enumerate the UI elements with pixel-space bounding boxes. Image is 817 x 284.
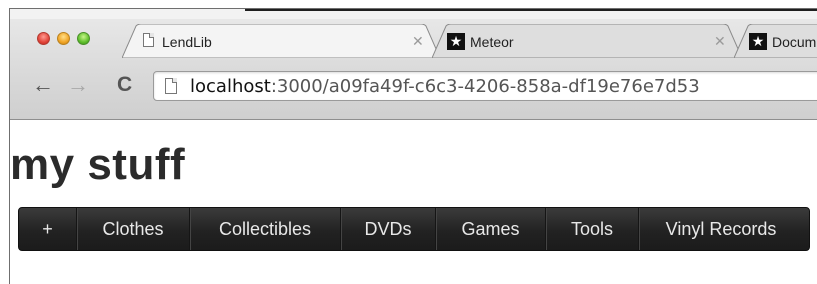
meteor-star-icon: ★	[749, 33, 767, 50]
url-text: localhost:3000/a09fa49f-c6c3-4206-858a-d…	[190, 76, 700, 97]
nav-item-clothes[interactable]: Clothes	[77, 208, 189, 250]
tab-lendlib[interactable]: LendLib ✕	[122, 24, 440, 58]
forward-arrow-icon[interactable]: →	[67, 73, 89, 97]
page-icon	[165, 78, 177, 94]
zoom-window-button[interactable]	[77, 32, 90, 45]
toolbar: ← → C localhost:3000/a09fa49f-c6c3-4206-…	[10, 67, 817, 107]
meteor-star-icon: ★	[447, 33, 465, 50]
page-content: my stuff + Clothes Collectibles DVDs Gam…	[10, 120, 817, 284]
category-navbar: + Clothes Collectibles DVDs Games Tools …	[18, 207, 810, 251]
nav-item-vinyl-records[interactable]: Vinyl Records	[639, 208, 803, 250]
nav-item-dvds[interactable]: DVDs	[341, 208, 435, 250]
nav-item-tools[interactable]: Tools	[546, 208, 638, 250]
tab-close-icon[interactable]: ✕	[412, 33, 424, 50]
tab-label: Meteor	[470, 34, 514, 50]
add-category-button[interactable]: +	[19, 208, 76, 250]
title-strip	[10, 9, 817, 19]
tab-label: LendLib	[162, 34, 212, 50]
browser-chrome: LendLib ✕ ★ Meteor ✕ ★ Docum ← → C local…	[10, 9, 817, 120]
tab-label: Docum	[772, 34, 817, 50]
url-path: :3000/a09fa49f-c6c3-4206-858a-df19e76e7d…	[270, 76, 700, 97]
browser-window: LendLib ✕ ★ Meteor ✕ ★ Docum ← → C local…	[9, 8, 817, 284]
nav-item-collectibles[interactable]: Collectibles	[190, 208, 340, 250]
back-arrow-icon[interactable]: ←	[32, 73, 54, 97]
minimize-window-button[interactable]	[57, 32, 70, 45]
close-window-button[interactable]	[37, 32, 50, 45]
nav-item-games[interactable]: Games	[436, 208, 545, 250]
url-host: localhost	[190, 76, 271, 97]
tab-docs[interactable]: ★ Docum	[734, 24, 817, 58]
reload-icon[interactable]: C	[117, 73, 132, 97]
tab-close-icon[interactable]: ✕	[714, 33, 726, 50]
page-icon	[143, 33, 154, 47]
tab-meteor[interactable]: ★ Meteor ✕	[432, 24, 742, 58]
page-title: my stuff	[10, 140, 186, 189]
address-bar[interactable]: localhost:3000/a09fa49f-c6c3-4206-858a-d…	[153, 71, 817, 101]
